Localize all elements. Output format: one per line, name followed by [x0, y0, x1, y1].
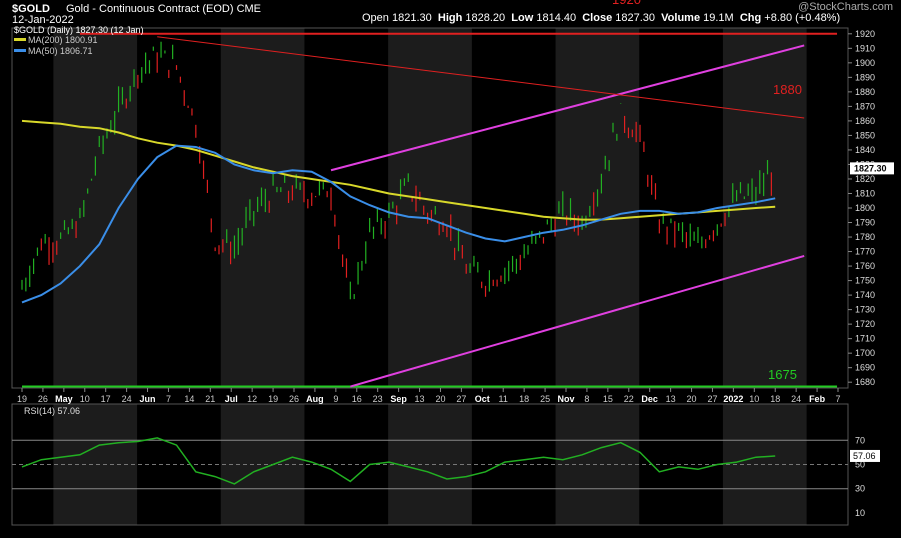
y-tick-label: 1720	[855, 319, 875, 329]
month-shade	[220, 28, 305, 388]
x-tick-label: 26	[289, 394, 299, 404]
last-price-label: 1827.30	[854, 163, 887, 173]
date-x-axis: 19 26 May 10 17 24 Jun 7 14 21 Jul 12 19 26 Aug 9 16 23 Se…	[17, 388, 841, 404]
y-tick-label: 1780	[855, 232, 875, 242]
rsi-y-tick-label: 70	[855, 435, 865, 445]
y-tick-label: 1900	[855, 58, 875, 68]
legend-ma50-swatch	[14, 49, 26, 52]
x-tick-label: 8	[584, 394, 589, 404]
x-tick-label: 18	[770, 394, 780, 404]
x-tick-label: 9	[333, 394, 338, 404]
y-tick-label: 1790	[855, 218, 875, 228]
x-tick-label: Nov	[557, 394, 574, 404]
month-shading	[53, 28, 807, 525]
y-tick-label: 1730	[855, 305, 875, 315]
x-tick-label: 25	[540, 394, 550, 404]
month-shade	[53, 28, 138, 388]
x-tick-label: 10	[749, 394, 759, 404]
x-tick-label: 2022	[723, 394, 743, 404]
y-tick-label: 1810	[855, 188, 875, 198]
y-tick-label: 1910	[855, 43, 875, 53]
x-tick-label: 20	[435, 394, 445, 404]
y-tick-label: 1920	[855, 29, 875, 39]
x-tick-label: 19	[17, 394, 27, 404]
x-tick-label: 7	[166, 394, 171, 404]
month-shade-rsi	[220, 404, 305, 525]
x-tick-label: 15	[603, 394, 613, 404]
y-tick-label: 1890	[855, 72, 875, 82]
x-tick-label: Dec	[641, 394, 658, 404]
x-tick-label: 24	[122, 394, 132, 404]
y-tick-label: 1690	[855, 363, 875, 373]
y-tick-label: 1710	[855, 334, 875, 344]
x-tick-label: 27	[707, 394, 717, 404]
x-tick-label: Jun	[140, 394, 156, 404]
y-tick-label: 1680	[855, 377, 875, 387]
x-tick-label: 12	[247, 394, 257, 404]
legend-price: $GOLD (Daily) 1827.30 (12 Jan)	[14, 25, 144, 35]
x-tick-label: May	[55, 394, 73, 404]
y-tick-label: 1870	[855, 101, 875, 111]
x-tick-label: Sep	[390, 394, 407, 404]
x-tick-label: 13	[415, 394, 425, 404]
price-chart-svg: 1920191019001890188018701860185018401830…	[11, 0, 894, 526]
level-1880-annotation: 1880	[773, 82, 802, 97]
x-tick-label: Oct	[475, 394, 490, 404]
x-tick-label: 16	[352, 394, 362, 404]
month-shade	[388, 28, 472, 388]
rsi-y-tick-label: 10	[855, 508, 865, 518]
y-tick-label: 1820	[855, 174, 875, 184]
rsi-y-tick-label: 30	[855, 484, 865, 494]
x-tick-label: 13	[666, 394, 676, 404]
y-tick-label: 1800	[855, 203, 875, 213]
x-tick-label: 26	[38, 394, 48, 404]
legend-ma200: MA(200) 1800.91	[28, 35, 98, 45]
x-tick-label: Aug	[306, 394, 324, 404]
x-tick-label: 21	[205, 394, 215, 404]
x-tick-label: 14	[184, 394, 194, 404]
x-tick-label: 19	[268, 394, 278, 404]
x-tick-label: Feb	[809, 394, 826, 404]
rsi-last-label: 57.06	[853, 451, 876, 461]
month-shade	[555, 28, 640, 388]
y-tick-label: 1750	[855, 276, 875, 286]
rsi-label: RSI(14) 57.06	[24, 406, 80, 416]
price-y-axis: 1920191019001890188018701860185018401830…	[848, 29, 894, 387]
x-tick-label: Jul	[225, 394, 238, 404]
y-tick-label: 1700	[855, 348, 875, 358]
level-1675-annotation: 1675	[768, 367, 797, 382]
y-tick-label: 1740	[855, 290, 875, 300]
y-tick-label: 1860	[855, 116, 875, 126]
x-tick-label: 11	[499, 394, 508, 404]
y-tick-label: 1770	[855, 247, 875, 257]
y-tick-label: 1760	[855, 261, 875, 271]
x-tick-label: 7	[835, 394, 840, 404]
x-tick-label: 18	[519, 394, 529, 404]
x-tick-label: 23	[373, 394, 383, 404]
x-tick-label: 24	[791, 394, 801, 404]
y-tick-label: 1880	[855, 87, 875, 97]
y-tick-label: 1850	[855, 130, 875, 140]
level-top-annotation: 1920	[612, 0, 641, 7]
x-tick-label: 10	[80, 394, 90, 404]
y-tick-label: 1840	[855, 145, 875, 155]
x-tick-label: 27	[456, 394, 466, 404]
x-tick-label: 22	[624, 394, 634, 404]
legend-ma50: MA(50) 1806.71	[28, 46, 93, 56]
x-tick-label: 20	[687, 394, 697, 404]
x-tick-label: 17	[101, 394, 111, 404]
legend-ma200-swatch	[14, 38, 26, 41]
